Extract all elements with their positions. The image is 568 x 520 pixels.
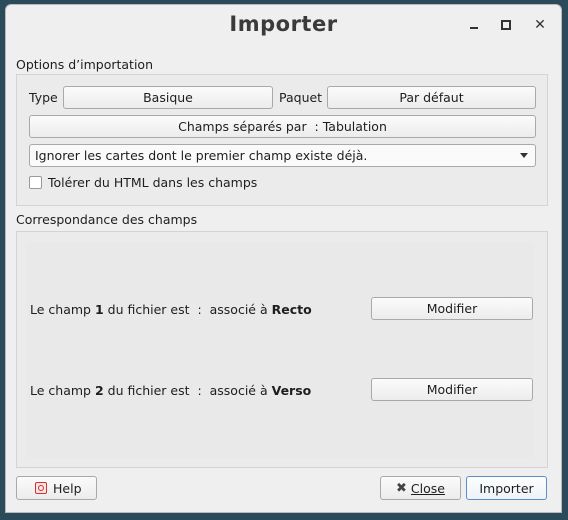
import-dialog: Importer ✕ Options d’importation Type Ba… (5, 4, 562, 513)
help-icon (35, 482, 47, 494)
options-group: Type Basique Paquet Par défaut Champs sé… (16, 74, 548, 206)
modify-field-2-button[interactable]: Modifier (371, 378, 533, 401)
allow-html-checkbox[interactable] (29, 176, 42, 189)
mapping-area: Le champ 1 du fichier est : associé à Re… (27, 242, 533, 458)
type-label: Type (29, 90, 58, 105)
help-button[interactable]: Help (16, 476, 97, 500)
separator-button[interactable]: Champs séparés par : Tabulation (29, 115, 536, 138)
duplicate-handling-value: Ignorer les cartes dont le premier champ… (35, 148, 368, 163)
maximize-button[interactable] (496, 15, 516, 35)
close-x-icon: ✖ (396, 480, 407, 496)
title-bar: Importer ✕ (6, 5, 561, 45)
maximize-icon (501, 20, 511, 30)
mapping-row-2: Le champ 2 du fichier est : associé à Ve… (30, 383, 312, 398)
minimize-icon (470, 27, 478, 29)
import-button[interactable]: Importer (466, 476, 547, 500)
modify-field-1-button[interactable]: Modifier (371, 297, 533, 320)
options-section-label: Options d’importation (16, 57, 153, 72)
mapping-group: Le champ 1 du fichier est : associé à Re… (16, 231, 548, 468)
mapping-row-1: Le champ 1 du fichier est : associé à Re… (30, 302, 312, 317)
dropdown-arrow-icon (520, 153, 528, 158)
window-close-button[interactable]: ✕ (530, 15, 550, 35)
deck-label: Paquet (279, 90, 323, 105)
type-button[interactable]: Basique (63, 86, 273, 109)
allow-html-label[interactable]: Tolérer du HTML dans les champs (48, 175, 257, 190)
close-button-label: Close (410, 480, 445, 496)
mapping-section-label: Correspondance des champs (16, 212, 198, 227)
help-button-label: Help (53, 480, 82, 496)
duplicate-handling-select[interactable]: Ignorer les cartes dont le premier champ… (29, 144, 536, 167)
close-icon: ✕ (534, 17, 546, 33)
close-button[interactable]: ✖ Close (380, 476, 461, 500)
deck-button[interactable]: Par défaut (327, 86, 536, 109)
minimize-button[interactable] (464, 15, 484, 35)
